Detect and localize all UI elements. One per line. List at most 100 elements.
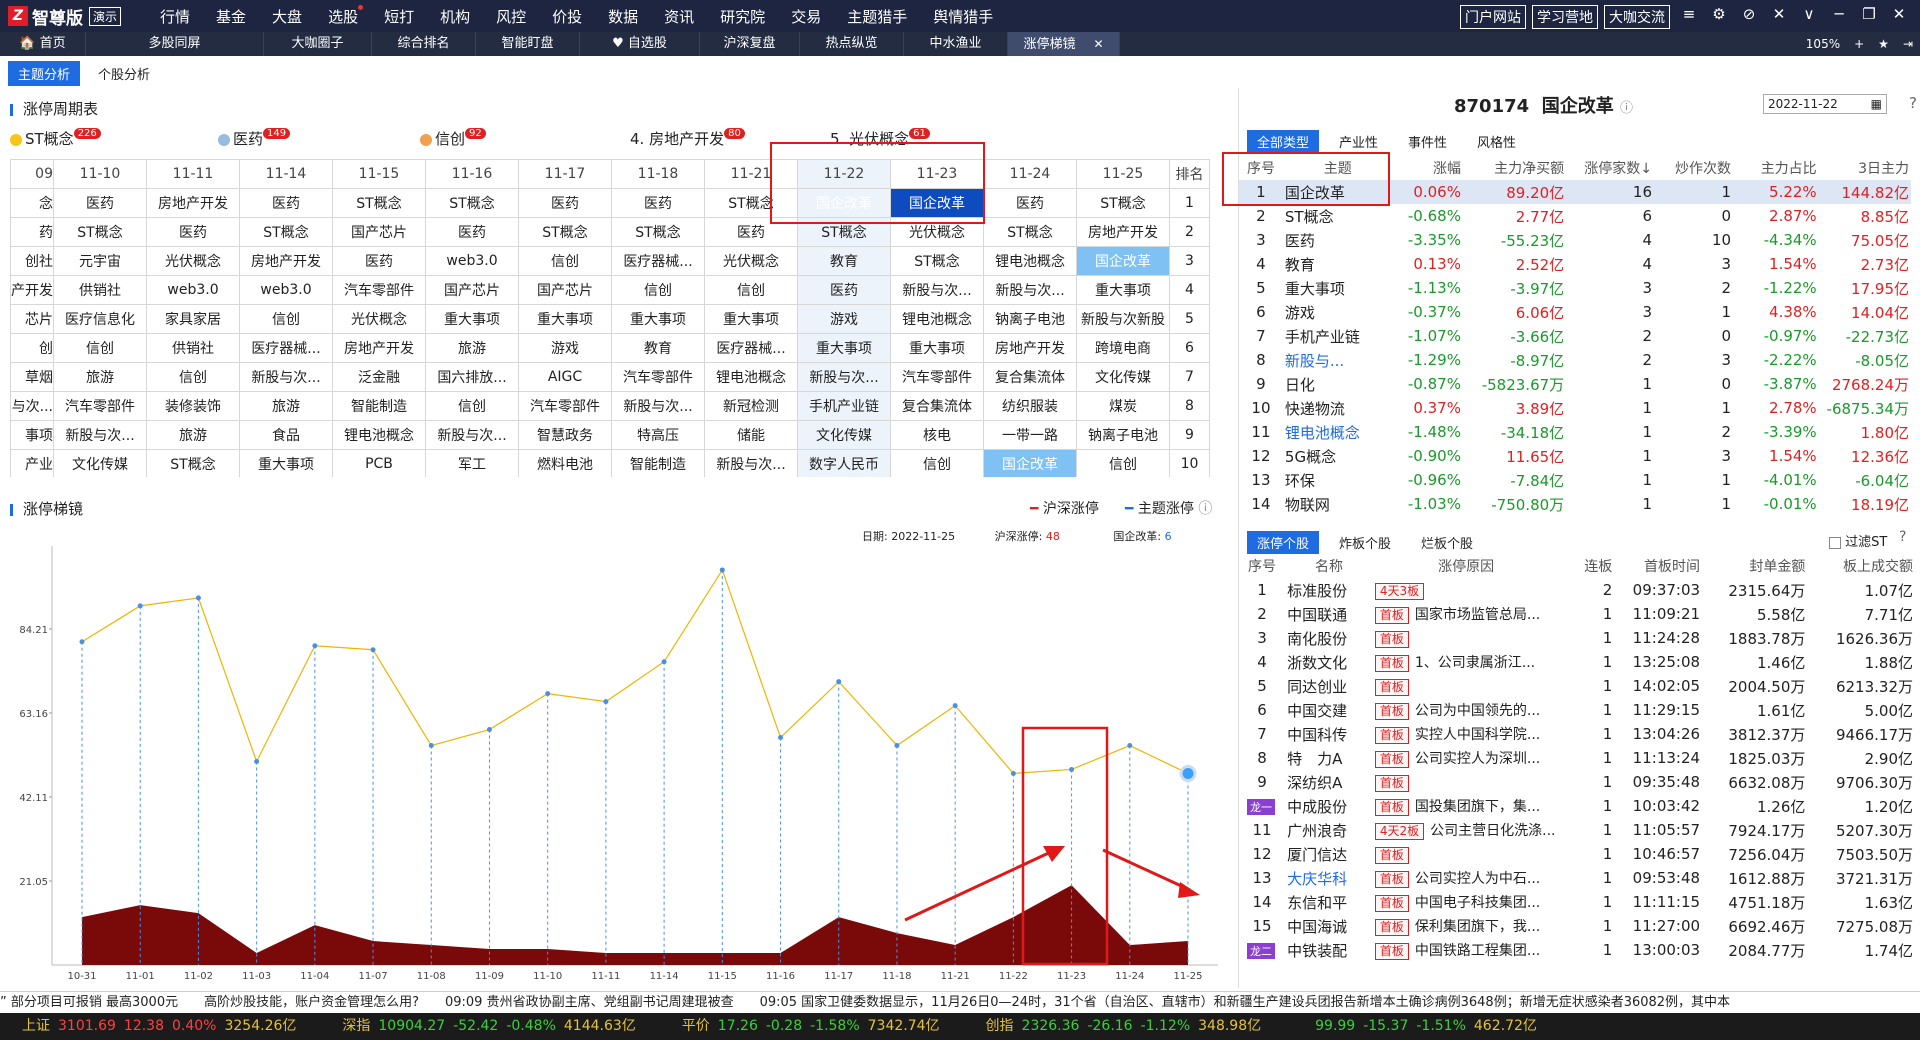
theme-cell[interactable]: ST概念 — [239, 217, 333, 247]
ladder-chart-svg[interactable]: 21.05 42.11 63.16 84.21 10-31 11-01 11-02 11-03… — [0, 490, 1230, 990]
theme-cell[interactable]: 家具家居 — [146, 304, 240, 334]
theme-cell[interactable]: 创社 — [10, 246, 54, 276]
theme-cell[interactable]: 重大事项 — [797, 333, 891, 363]
theme-cell[interactable]: 重大事项 — [239, 449, 333, 477]
theme-cell[interactable]: 国企改革 — [1076, 246, 1170, 276]
theme-cell[interactable]: 一带一路 — [983, 420, 1077, 450]
index-quote-3[interactable]: 创指 2326.36 -26.16 -1.12% 348.98亿 — [964, 1013, 1262, 1040]
menu-icon[interactable]: ≡ — [1674, 5, 1704, 23]
theme-cell[interactable]: 文化传媒 — [1076, 362, 1170, 392]
menu-item-6[interactable]: 风控 — [496, 6, 526, 27]
index-quote-0[interactable]: 上证 3101.69 12.38 0.40% 3254.26亿 — [0, 1013, 296, 1040]
theme-col-header[interactable]: 炒作次数 — [1654, 156, 1733, 180]
theme-cell[interactable]: 文化传媒 — [53, 449, 147, 477]
subtab-1[interactable]: 个股分析 — [88, 61, 160, 86]
theme-cell[interactable]: 药 — [10, 217, 54, 247]
stock-col-header[interactable]: 封单金额 — [1702, 554, 1807, 578]
theme-cell[interactable]: 事项 — [10, 420, 54, 450]
theme-cell[interactable]: 旅游 — [239, 391, 333, 421]
theme-cell[interactable]: ST概念 — [53, 217, 147, 247]
stock-col-header[interactable]: 首板时间 — [1614, 554, 1702, 578]
theme-cell[interactable]: 医疗器械... — [611, 246, 705, 276]
theme-cell[interactable]: 国产芯片 — [332, 217, 426, 247]
theme-cell[interactable]: 房地产开发 — [1076, 217, 1170, 247]
block-icon[interactable]: ⊘ — [1734, 5, 1764, 23]
top-link-2[interactable]: 大咖交流 — [1604, 5, 1670, 29]
theme-cell[interactable]: 燃料电池 — [518, 449, 612, 477]
menu-item-9[interactable]: 资讯 — [664, 6, 694, 27]
theme-cell[interactable]: 信创 — [1076, 449, 1170, 477]
stock-col-header[interactable]: 涨停原因 — [1373, 554, 1560, 578]
menu-item-4[interactable]: 短打 — [384, 6, 414, 27]
date-header-6[interactable]: 11-17 — [518, 159, 612, 189]
theme-row[interactable]: 11 锂电池概念 -1.48% -34.18亿 1 2 -3.39% 1.80亿 — [1239, 420, 1911, 444]
tab-3[interactable]: 综合排名 — [372, 32, 476, 56]
concept-0[interactable]: ST概念 226 — [10, 128, 101, 149]
type-tab-2[interactable]: 事件性 — [1398, 130, 1457, 153]
theme-cell[interactable]: 新股与次... — [704, 449, 798, 477]
theme-row[interactable]: 12 5G概念 -0.90% 11.65亿 1 3 1.54% 12.36亿 — [1239, 444, 1911, 468]
theme-cell[interactable]: 汽车零部件 — [332, 275, 426, 305]
theme-cell[interactable]: 信创 — [611, 275, 705, 305]
tab-1[interactable]: 多股同屏 — [86, 32, 264, 56]
menu-item-2[interactable]: 大盘 — [272, 6, 302, 27]
theme-cell[interactable]: 纺织服装 — [983, 391, 1077, 421]
theme-cell[interactable]: ST概念 — [983, 217, 1077, 247]
theme-cell[interactable]: ST概念 — [146, 449, 240, 477]
theme-cell[interactable]: 医药 — [425, 217, 519, 247]
concept-3[interactable]: 4. 房地产开发 80 — [630, 128, 745, 149]
menu-item-13[interactable]: 舆情猎手 — [933, 6, 993, 27]
theme-row[interactable]: 9 日化 -0.87% -5823.67万 1 0 -3.87% 2768.24万 — [1239, 372, 1911, 396]
stock-row[interactable]: 14 东信和平 首板 中国电子科技集团... 1 11:11:15 4751.18万 1.63… — [1239, 890, 1915, 914]
theme-cell[interactable]: 手机产业链 — [797, 391, 891, 421]
theme-cell[interactable]: 医药 — [611, 188, 705, 218]
tab-8[interactable]: 中水渔业 — [904, 32, 1008, 56]
stock-col-header[interactable]: 连板 — [1559, 554, 1614, 578]
theme-cell[interactable]: 国产芯片 — [425, 275, 519, 305]
theme-cell[interactable]: 房地产开发 — [239, 246, 333, 276]
theme-cell[interactable]: 医疗信息化 — [53, 304, 147, 334]
theme-cell[interactable]: 锂电池概念 — [704, 362, 798, 392]
theme-cell[interactable]: 新股与次... — [425, 420, 519, 450]
theme-cell[interactable]: 医药 — [983, 188, 1077, 218]
theme-cell[interactable]: 供销社 — [146, 333, 240, 363]
stock-row[interactable]: 9 深纺织A 首板 1 09:35:48 6632.08万 9706.30万 — [1239, 770, 1915, 794]
theme-row[interactable]: 6 游戏 -0.37% 6.06亿 3 1 4.38% 14.04亿 — [1239, 300, 1911, 324]
theme-cell[interactable]: 锂电池概念 — [890, 304, 984, 334]
stock-row[interactable]: 3 南化股份 首板 1 11:24:28 1883.78万 1626.36万 — [1239, 626, 1915, 650]
theme-col-header[interactable]: 涨停家数↓ — [1566, 156, 1654, 180]
theme-cell[interactable]: 智能制造 — [611, 449, 705, 477]
theme-row[interactable]: 5 重大事项 -1.13% -3.97亿 3 2 -1.22% 17.95亿 — [1239, 276, 1911, 300]
theme-col-header[interactable]: 3日主力 — [1819, 156, 1911, 180]
tab-5[interactable]: ♥ 自选股 — [580, 32, 700, 56]
date-header-1[interactable]: 11-10 — [53, 159, 147, 189]
theme-cell[interactable]: 新股与次新股 — [1076, 304, 1170, 334]
theme-cell[interactable]: 光伏概念 — [704, 246, 798, 276]
menu-item-12[interactable]: 主题猎手 — [847, 6, 907, 27]
theme-cell[interactable]: 教育 — [611, 333, 705, 363]
theme-cell[interactable]: 跨境电商 — [1076, 333, 1170, 363]
theme-cell[interactable]: 新股与次... — [983, 275, 1077, 305]
top-link-0[interactable]: 门户网站 — [1460, 5, 1526, 29]
stock-row[interactable]: 8 特 力A 首板 公司实控人为深圳... 1 11:13:24 1825.03万 2.90亿 — [1239, 746, 1915, 770]
news-ticker[interactable]: ” 部分项目可报销 最高3000元 高阶炒股技能，账户资金管理怎么用? 09:0… — [0, 991, 1920, 1013]
star-icon[interactable]: ★ — [1878, 37, 1889, 51]
expand-icon[interactable]: ⇥ — [1903, 37, 1913, 51]
theme-cell[interactable]: 国六排放... — [425, 362, 519, 392]
theme-cell[interactable]: 储能 — [704, 420, 798, 450]
theme-col-header[interactable]: 主力净买额 — [1463, 156, 1566, 180]
theme-cell[interactable]: 煤炭 — [1076, 391, 1170, 421]
stock-row[interactable]: 龙二 中铁装配 首板 中国铁路工程集团... 1 13:00:03 2084.77万 1.74… — [1239, 938, 1915, 962]
date-header-0[interactable]: 09 — [10, 159, 54, 189]
theme-cell[interactable]: 新股与次... — [611, 391, 705, 421]
stock-row[interactable]: 5 同达创业 首板 1 14:02:05 2004.50万 6213.32万 — [1239, 674, 1915, 698]
date-header-3[interactable]: 11-14 — [239, 159, 333, 189]
theme-cell[interactable]: 与次... — [10, 391, 54, 421]
theme-cell[interactable]: 光伏概念 — [332, 304, 426, 334]
theme-cell[interactable]: ST概念 — [332, 188, 426, 218]
stock-row[interactable]: 龙一 中成股份 首板 国投集团旗下，集... 1 10:03:42 1.26亿 1.20亿 — [1239, 794, 1915, 818]
theme-cell[interactable]: 房地产开发 — [983, 333, 1077, 363]
theme-cell[interactable]: 信创 — [146, 362, 240, 392]
theme-cell[interactable]: 产开发 — [10, 275, 54, 305]
theme-cell[interactable]: ST概念 — [890, 246, 984, 276]
